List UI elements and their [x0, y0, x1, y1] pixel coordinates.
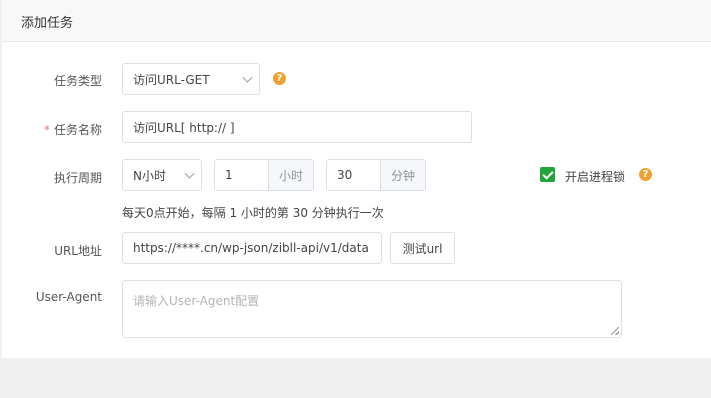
cycle-mode-select[interactable]: N小时 [122, 159, 202, 191]
add-task-panel: 添加任务 任务类型 访问URL-GET ? * 任务名称 访问URL[ http:… [2, 0, 711, 358]
task-type-select[interactable]: 访问URL-GET [122, 63, 260, 95]
user-agent-placeholder: 请输入User-Agent配置 [133, 294, 260, 308]
chevron-down-icon [242, 72, 253, 83]
process-lock-label[interactable]: 开启进程锁 [565, 168, 625, 185]
panel-header: 添加任务 [2, 0, 711, 42]
cycle-label: 执行周期 [53, 171, 102, 185]
task-type-label: 任务类型 [53, 74, 102, 88]
page-title: 添加任务 [21, 16, 74, 31]
user-agent-label: User-Agent [35, 290, 102, 304]
cycle-mode-value: N小时 [133, 168, 166, 183]
task-name-label-text: 任务名称 [53, 123, 102, 137]
required-mark: * [43, 123, 50, 137]
task-name-label: * 任务名称 [12, 121, 102, 138]
task-name-input[interactable]: 访问URL[ http:// ] [122, 111, 472, 143]
url-value: https://****.cn/wp-json/zibll-api/v1/dat… [133, 241, 369, 255]
resize-handle-icon[interactable] [611, 327, 619, 335]
user-agent-textarea[interactable]: 请输入User-Agent配置 [122, 280, 622, 338]
minutes-unit: 分钟 [381, 159, 426, 191]
task-name-value: 访问URL[ http:// ] [133, 120, 235, 135]
task-type-value: 访问URL-GET [133, 72, 210, 87]
chevron-down-icon [184, 168, 195, 179]
cycle-hint: 每天0点开始，每隔 1 小时的第 30 分钟执行一次 [122, 206, 384, 220]
url-label: URL地址 [54, 244, 102, 258]
hours-input[interactable]: 1 [214, 159, 269, 191]
help-icon[interactable]: ? [273, 72, 286, 85]
hours-value: 1 [225, 168, 233, 182]
minutes-input[interactable]: 30 [326, 159, 381, 191]
minutes-value: 30 [337, 168, 353, 182]
url-input[interactable]: https://****.cn/wp-json/zibll-api/v1/dat… [122, 232, 382, 264]
help-icon[interactable]: ? [639, 168, 652, 181]
process-lock-checkbox[interactable] [540, 167, 555, 182]
hours-unit: 小时 [269, 159, 314, 191]
test-url-button[interactable]: 测试url [390, 232, 455, 264]
